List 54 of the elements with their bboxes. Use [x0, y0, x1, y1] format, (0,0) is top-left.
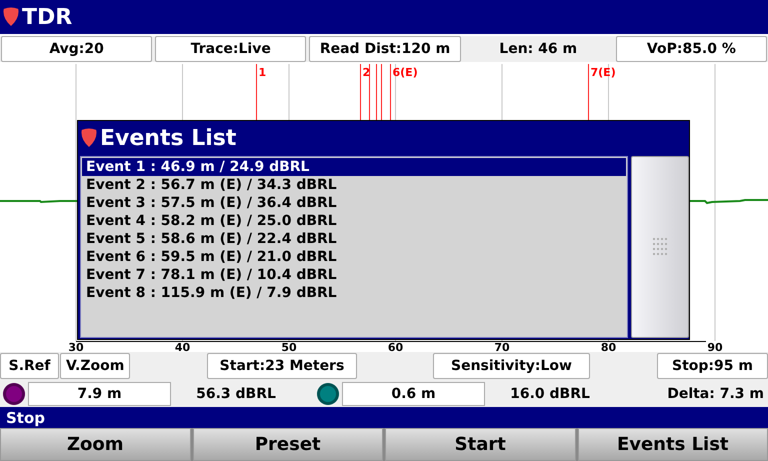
dialog-title: Events List: [100, 126, 236, 150]
event-item[interactable]: Event 8 : 115.9 m (E) / 7.9 dBRL: [82, 284, 626, 302]
event-marker: [360, 64, 361, 120]
event-item[interactable]: Event 2 : 56.7 m (E) / 34.3 dBRL: [82, 176, 626, 194]
softkey-button[interactable]: Start: [385, 428, 576, 461]
grip-icon: [653, 238, 667, 256]
event-item[interactable]: Event 4 : 58.2 m (E) / 25.0 dBRL: [82, 212, 626, 230]
scrollbar[interactable]: [631, 156, 689, 338]
softkey-button[interactable]: Zoom: [0, 428, 190, 461]
axis-label: 30: [68, 341, 84, 352]
axis-label: 70: [494, 341, 510, 352]
reading-label: 56.3 dBRL: [195, 386, 277, 402]
marker-label: 1: [258, 66, 266, 79]
event-marker: [369, 64, 370, 120]
length-label: Len: 46 m: [498, 40, 578, 59]
event-item[interactable]: Event 1 : 46.9 m / 24.9 dBRL: [82, 158, 626, 176]
event-marker: [256, 64, 257, 120]
softkey-button[interactable]: Preset: [192, 428, 383, 461]
event-marker: [381, 64, 382, 120]
event-item[interactable]: Event 3 : 57.5 m (E) / 36.4 dBRL: [82, 194, 626, 212]
shield-icon: [2, 7, 20, 27]
axis-label: 40: [174, 341, 190, 352]
axis-label: 60: [388, 341, 404, 352]
sensitivity-button[interactable]: Sensitivity:Low: [433, 353, 590, 379]
event-marker: [390, 64, 391, 120]
cursor-button[interactable]: [3, 382, 25, 404]
marker-label: 7(E): [590, 66, 616, 79]
axis-label: 90: [707, 341, 723, 352]
event-item[interactable]: Event 6 : 59.5 m (E) / 21.0 dBRL: [82, 248, 626, 266]
distance-field[interactable]: 0.6 m: [342, 382, 485, 406]
setting-button[interactable]: Trace:Live: [155, 36, 306, 62]
shield-icon: [80, 128, 98, 148]
axis-label: 50: [281, 341, 297, 352]
delta-label: Delta: 7.3 m: [667, 386, 764, 402]
status-text: Stop: [6, 408, 46, 426]
axis-label: 80: [600, 341, 616, 352]
stop-distance-button[interactable]: Stop:95 m: [657, 353, 768, 379]
event-item[interactable]: Event 5 : 58.6 m (E) / 22.4 dBRL: [82, 230, 626, 248]
marker-label: 6(E): [392, 66, 418, 79]
vzoom-button[interactable]: V.Zoom: [60, 353, 130, 379]
marker-label: 2: [362, 66, 370, 79]
event-item[interactable]: Event 7 : 78.1 m (E) / 10.4 dBRL: [82, 266, 626, 284]
reading-label: 16.0 dBRL: [509, 386, 591, 402]
sref-button[interactable]: S.Ref: [0, 353, 59, 379]
softkey-button[interactable]: Events List: [578, 428, 768, 461]
event-marker: [376, 64, 377, 120]
setting-button[interactable]: Read Dist:120 m: [309, 36, 461, 62]
setting-button[interactable]: VoP:85.0 %: [616, 36, 768, 62]
start-distance-button[interactable]: Start:23 Meters: [207, 353, 357, 379]
event-marker: [588, 64, 589, 120]
window-title: TDR: [22, 4, 72, 30]
cursor-button[interactable]: [317, 382, 339, 404]
setting-button[interactable]: Avg:20: [1, 36, 152, 62]
distance-field[interactable]: 7.9 m: [28, 382, 171, 406]
